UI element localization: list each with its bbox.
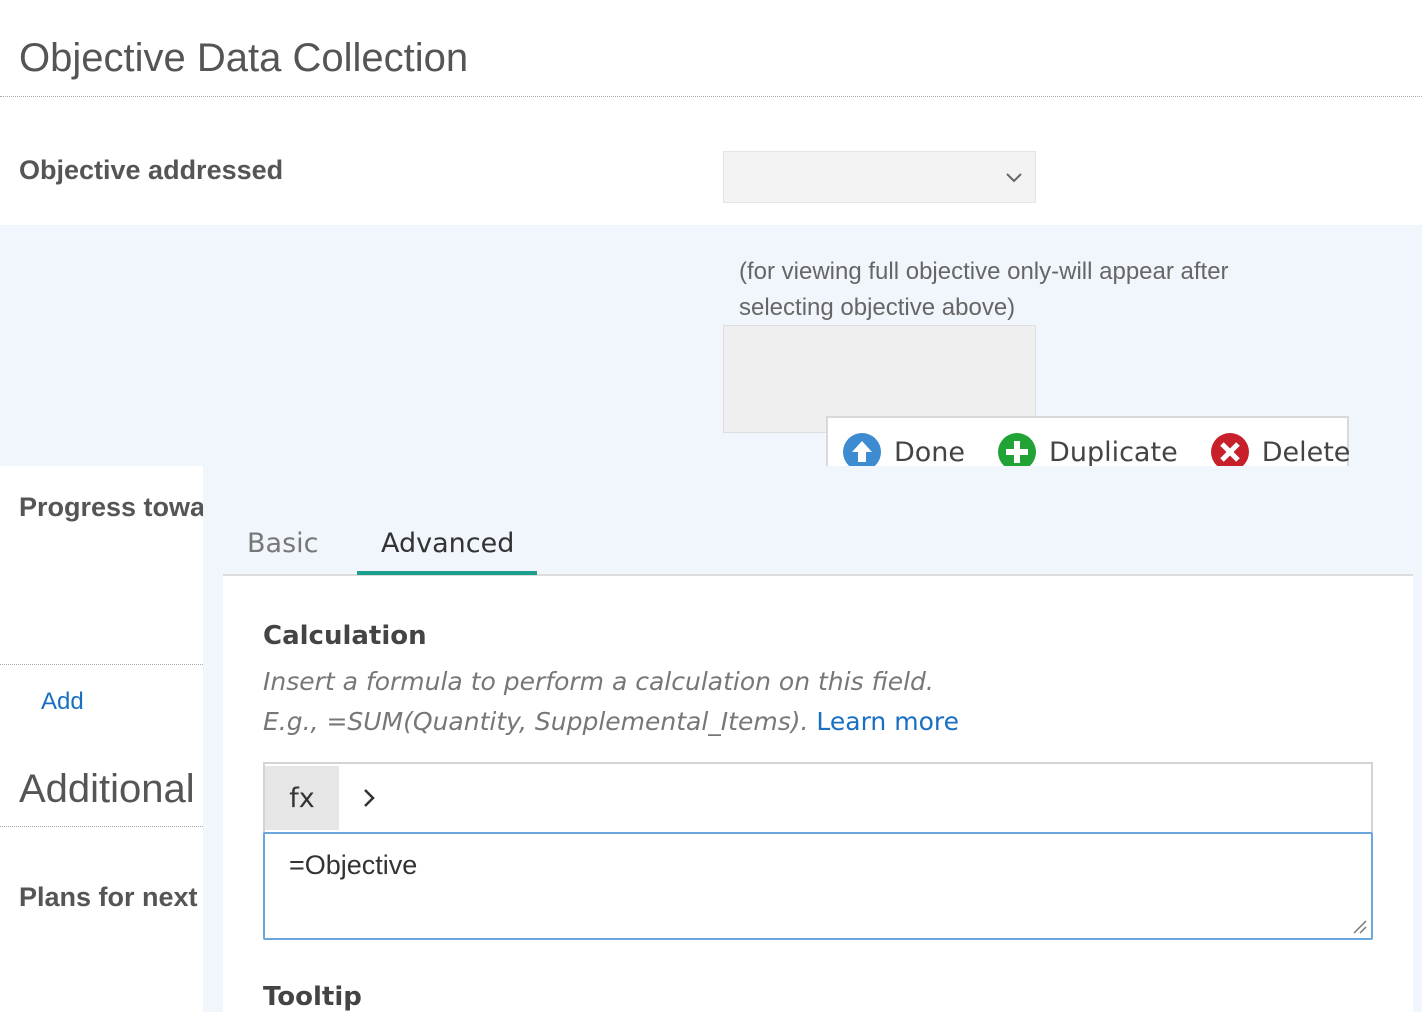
tab-advanced[interactable]: Advanced (381, 528, 514, 559)
learn-more-link[interactable]: Learn more (816, 707, 959, 736)
delete-label: Delete (1261, 436, 1351, 468)
plans-label: Plans for next (19, 882, 198, 912)
objective-select[interactable] (723, 151, 1036, 203)
progress-divider (0, 664, 203, 665)
duplicate-label: Duplicate (1049, 436, 1178, 468)
formula-value: =Objective (289, 850, 418, 880)
calculation-heading: Calculation (263, 621, 427, 651)
objective-hint-line-2: selecting objective above) (739, 294, 1016, 321)
objective-label: Objective addressed (19, 155, 284, 185)
active-tab-indicator (357, 571, 537, 575)
objective-hint-line-1: (for viewing full objective only-will ap… (739, 258, 1229, 285)
chevron-down-icon (1006, 173, 1022, 183)
calculation-example-text: E.g., =SUM(Quantity, Supplemental_Items)… (263, 707, 809, 736)
fx-label: fx (265, 766, 339, 830)
additional-section-title: Additional (19, 767, 195, 811)
formula-toolbar: fx (263, 762, 1373, 834)
page-title: Objective Data Collection (19, 36, 469, 80)
tooltip-heading: Tooltip (263, 982, 362, 1012)
tab-basic[interactable]: Basic (247, 528, 318, 559)
calculation-description: Insert a formula to perform a calculatio… (263, 667, 934, 696)
resize-handle-icon[interactable] (1351, 918, 1367, 934)
add-link[interactable]: Add (41, 688, 84, 716)
calculation-example: E.g., =SUM(Quantity, Supplemental_Items)… (263, 707, 959, 736)
title-divider (0, 96, 1422, 97)
objective-hint: (for viewing full objective only-will ap… (739, 254, 1229, 326)
done-label: Done (894, 436, 966, 468)
formula-input[interactable]: =Objective (263, 832, 1373, 940)
chevron-right-icon[interactable] (357, 786, 381, 810)
progress-label: Progress towa (19, 492, 206, 522)
additional-divider (0, 826, 203, 827)
